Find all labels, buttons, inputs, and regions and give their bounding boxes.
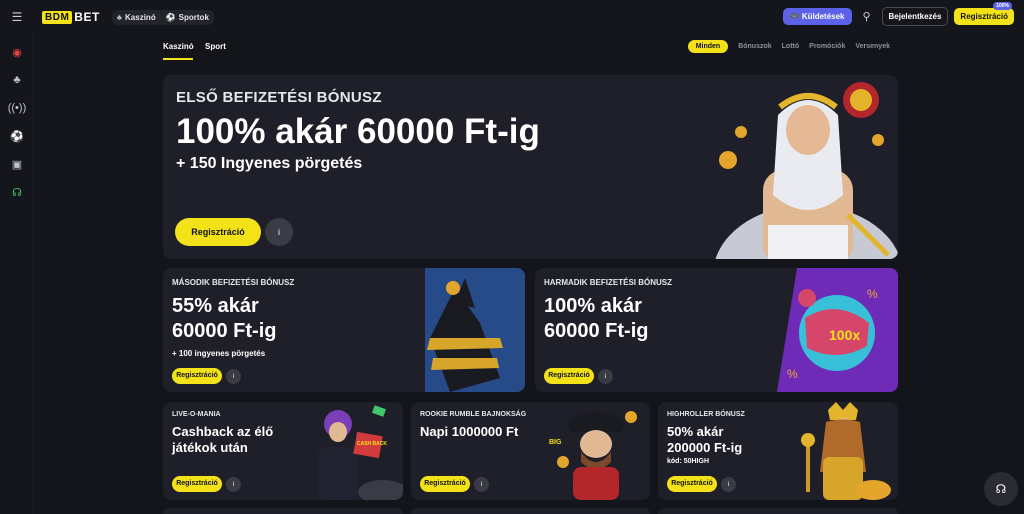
card-extra: + 100 ingyenes pörgetés [172, 349, 266, 358]
rookie-rumble-card[interactable]: ROOKIE RUMBLE BAJNOKSÁG Napi 1000000 Ft … [411, 402, 650, 500]
promo-filters: Minden Bónuszok Lottó Promóciók Versenye… [687, 40, 890, 53]
card-info-button[interactable]: i [721, 477, 736, 492]
pirate-illustration: BIG [549, 411, 637, 500]
card-register-button[interactable]: Regisztráció [172, 476, 222, 492]
main-nav: ♣ Kaszinó ⚽ Sportok [111, 9, 214, 25]
hero-subtitle: ELSŐ BEFIZETÉSI BÓNUSZ [176, 89, 382, 106]
side-rail: ◉ ♣ ((•)) ⚽ ▣ ☊ [0, 34, 34, 514]
register-label: Regisztráció [960, 12, 1008, 21]
bomb-multiplier-text: 100x [829, 327, 860, 343]
second-deposit-card[interactable]: MÁSODIK BEFIZETÉSI BÓNUSZ 55% akár 60000… [163, 268, 525, 392]
filter-lottery[interactable]: Lottó [782, 43, 800, 50]
card-title: 50% akár 200000 Ft-ig [667, 424, 742, 456]
anubis-illustration [425, 268, 525, 392]
card-title-line2: 60000 Ft-ig [544, 320, 649, 342]
nav-casino-label: Kaszinó [125, 12, 156, 22]
card-info-button[interactable]: i [598, 369, 613, 384]
card-info-button[interactable]: i [474, 477, 489, 492]
live-o-mania-card[interactable]: LIVE-O-MANIA Cashback az élő játékok utá… [163, 402, 403, 500]
card-subtitle: HIGHROLLER BÓNUSZ [667, 411, 745, 418]
hero-promo-card[interactable]: ELSŐ BEFIZETÉSI BÓNUSZ 100% akár 60000 F… [163, 75, 898, 259]
svg-text:%: % [787, 367, 798, 381]
search-icon[interactable]: ⚲ [858, 10, 876, 23]
gamepad-icon: 🎮 [789, 12, 802, 21]
card-info-button[interactable]: i [226, 477, 241, 492]
hero-extra: + 150 Ingyenes pörgetés [176, 155, 363, 172]
card-title-line1: 50% akár [667, 424, 724, 439]
cherries-icon[interactable]: ♣ [0, 66, 34, 94]
nav-sports[interactable]: ⚽ Sportok [166, 13, 209, 22]
card-title-line1: 100% akár [544, 295, 642, 317]
logo[interactable]: BDM BET [42, 10, 100, 24]
card-subtitle: HARMADIK BEFIZETÉSI BÓNUSZ [544, 278, 672, 287]
filter-promotions[interactable]: Promóciók [809, 43, 845, 50]
login-button[interactable]: Bejelentkezés [881, 7, 949, 26]
missions-label: Küldetések [801, 12, 845, 21]
card-title-line1: Cashback az élő [172, 424, 274, 439]
card-info-button[interactable]: i [226, 369, 241, 384]
card-register-button[interactable]: Regisztráció [172, 368, 222, 384]
next-row-card [411, 508, 650, 514]
missions-button[interactable]: 🎮 Küldetések [782, 8, 852, 25]
card-title-line2: 60000 Ft-ig [172, 320, 277, 342]
header-actions: 🎮 Küldetések ⚲ Bejelentkezés Regisztráci… [782, 2, 1014, 26]
svg-text:%: % [867, 287, 878, 301]
register-badge: 100% [993, 2, 1012, 10]
headset-icon: ☊ [995, 482, 1007, 496]
hero-register-button[interactable]: Regisztráció [175, 218, 261, 246]
dealer-illustration: CASH BACK [318, 405, 403, 500]
filter-bonuses[interactable]: Bónuszok [738, 43, 771, 50]
support-chat-button[interactable]: ☊ [984, 472, 1018, 506]
card-title: Cashback az élő játékok után [172, 424, 273, 456]
highroller-card[interactable]: HIGHROLLER BÓNUSZ 50% akár 200000 Ft-ig … [658, 402, 898, 500]
card-title-line2: játékok után [172, 440, 248, 455]
headset-icon[interactable]: ☊ [0, 178, 34, 206]
logo-text: BET [74, 10, 100, 24]
soccer-ball-icon: ⚽ [165, 12, 176, 22]
nav-sports-label: Sportok [178, 12, 209, 22]
card-title-line1: 55% akár [172, 295, 259, 317]
top-bar: ☰ BDM BET ♣ Kaszinó ⚽ Sportok 🎮 Küldetések… [0, 0, 1024, 34]
zeus-illustration [715, 82, 898, 259]
bomb-illustration: 100x % % [777, 268, 898, 392]
promo-tabs: Kaszinó Sport Minden Bónuszok Lottó Prom… [163, 36, 898, 62]
soccer-ball-icon[interactable]: ⚽ [0, 122, 34, 150]
card-title-line2: 200000 Ft-ig [667, 440, 743, 455]
hero-info-button[interactable]: i [265, 218, 293, 246]
live-broadcast-icon[interactable]: ((•)) [0, 94, 34, 122]
active-tab-underline [163, 58, 193, 60]
queen-illustration [801, 402, 891, 500]
promo-code: kód: 50HIGH [667, 458, 710, 465]
gamepad-icon[interactable]: ▣ [0, 150, 34, 178]
register-button[interactable]: Regisztráció 100% [954, 2, 1014, 25]
card-title-line1: Napi 1000000 Ft [420, 424, 519, 439]
card-register-button[interactable]: Regisztráció [667, 476, 717, 492]
card-register-button[interactable]: Regisztráció [544, 368, 594, 384]
next-row-card [163, 508, 403, 514]
big-sign-text: BIG [549, 439, 562, 446]
card-title: Napi 1000000 Ft [420, 424, 518, 440]
logo-box: BDM [42, 10, 73, 24]
filter-tournaments[interactable]: Versenyek [855, 43, 890, 50]
card-title: 55% akár 60000 Ft-ig [172, 294, 276, 344]
tab-casino[interactable]: Kaszinó [163, 42, 194, 51]
card-title: 100% akár 60000 Ft-ig [544, 294, 648, 344]
next-row-card [658, 508, 898, 514]
target-icon[interactable]: ◉ [0, 38, 34, 66]
hero-title: 100% akár 60000 Ft-ig [176, 112, 540, 151]
hamburger-icon[interactable]: ☰ [0, 0, 34, 34]
cashback-sign-text: CASH BACK [357, 441, 387, 447]
cherries-icon: ♣ [116, 12, 123, 22]
tab-sport[interactable]: Sport [205, 42, 226, 51]
card-subtitle: ROOKIE RUMBLE BAJNOKSÁG [420, 411, 527, 418]
nav-casino[interactable]: ♣ Kaszinó [117, 13, 156, 22]
card-subtitle: LIVE-O-MANIA [172, 411, 221, 418]
card-register-button[interactable]: Regisztráció [420, 476, 470, 492]
third-deposit-card[interactable]: HARMADIK BEFIZETÉSI BÓNUSZ 100% akár 600… [535, 268, 898, 392]
filter-all[interactable]: Minden [687, 40, 729, 53]
card-subtitle: MÁSODIK BEFIZETÉSI BÓNUSZ [172, 278, 295, 287]
